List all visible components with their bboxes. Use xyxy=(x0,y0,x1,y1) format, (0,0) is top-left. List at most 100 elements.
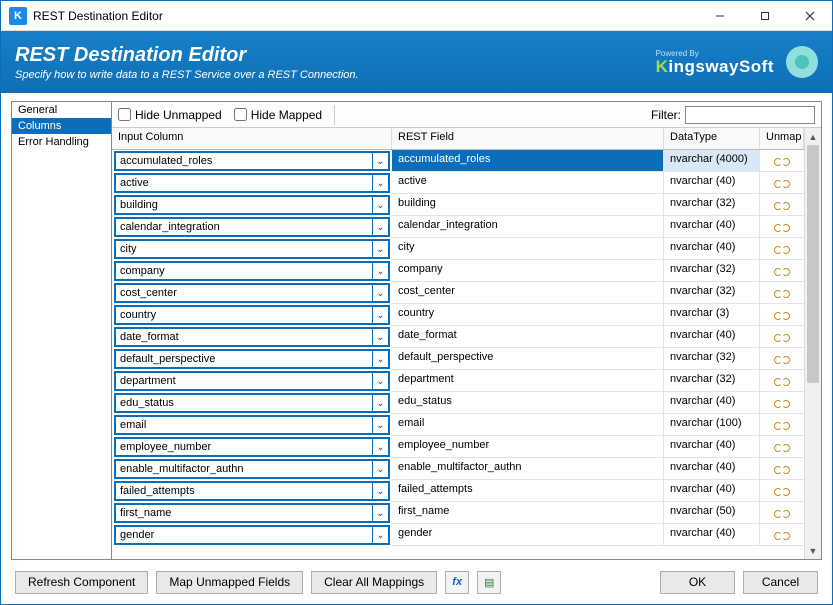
input-column-combo[interactable]: accumulated_roles⌄ xyxy=(114,151,390,171)
hide-unmapped-checkbox[interactable]: Hide Unmapped xyxy=(118,108,222,122)
chevron-down-icon[interactable]: ⌄ xyxy=(372,263,388,279)
unmap-button[interactable] xyxy=(760,150,804,172)
sidebar-item-columns[interactable]: Columns xyxy=(12,118,111,134)
chevron-down-icon[interactable]: ⌄ xyxy=(372,483,388,499)
table-row[interactable]: date_format⌄date_formatnvarchar (40) xyxy=(112,326,804,348)
chevron-down-icon[interactable]: ⌄ xyxy=(372,505,388,521)
table-row[interactable]: enable_multifactor_authn⌄enable_multifac… xyxy=(112,458,804,480)
hide-mapped-input[interactable] xyxy=(234,108,247,121)
table-row[interactable]: department⌄departmentnvarchar (32) xyxy=(112,370,804,392)
input-column-combo[interactable]: department⌄ xyxy=(114,371,390,391)
table-row[interactable]: accumulated_roles⌄accumulated_rolesnvarc… xyxy=(112,150,804,172)
unmap-button[interactable] xyxy=(760,348,804,370)
input-column-combo[interactable]: employee_number⌄ xyxy=(114,437,390,457)
close-button[interactable] xyxy=(787,1,832,31)
table-row[interactable]: company⌄companynvarchar (32) xyxy=(112,260,804,282)
input-column-combo[interactable]: city⌄ xyxy=(114,239,390,259)
input-column-combo[interactable]: cost_center⌄ xyxy=(114,283,390,303)
header-datatype[interactable]: DataType xyxy=(664,128,760,149)
input-column-combo[interactable]: email⌄ xyxy=(114,415,390,435)
table-row[interactable]: gender⌄gendernvarchar (40) xyxy=(112,524,804,546)
chevron-down-icon[interactable]: ⌄ xyxy=(372,439,388,455)
input-column-combo[interactable]: calendar_integration⌄ xyxy=(114,217,390,237)
input-column-combo[interactable]: country⌄ xyxy=(114,305,390,325)
input-column-combo[interactable]: default_perspective⌄ xyxy=(114,349,390,369)
chevron-down-icon[interactable]: ⌄ xyxy=(372,417,388,433)
table-row[interactable]: edu_status⌄edu_statusnvarchar (40) xyxy=(112,392,804,414)
refresh-component-button[interactable]: Refresh Component xyxy=(15,571,148,594)
input-column-combo[interactable]: edu_status⌄ xyxy=(114,393,390,413)
chevron-down-icon[interactable]: ⌄ xyxy=(372,461,388,477)
chevron-down-icon[interactable]: ⌄ xyxy=(372,219,388,235)
unmap-button[interactable] xyxy=(760,216,804,238)
ok-button[interactable]: OK xyxy=(660,571,735,594)
minimize-button[interactable] xyxy=(697,1,742,31)
unmap-button[interactable] xyxy=(760,480,804,502)
table-row[interactable]: first_name⌄first_namenvarchar (50) xyxy=(112,502,804,524)
input-column-combo[interactable]: company⌄ xyxy=(114,261,390,281)
chevron-down-icon[interactable]: ⌄ xyxy=(372,241,388,257)
scroll-thumb[interactable] xyxy=(807,145,819,383)
table-row[interactable]: city⌄citynvarchar (40) xyxy=(112,238,804,260)
input-column-combo[interactable]: building⌄ xyxy=(114,195,390,215)
unmap-button[interactable] xyxy=(760,458,804,480)
chevron-down-icon[interactable]: ⌄ xyxy=(372,175,388,191)
scroll-up-arrow-icon[interactable]: ▲ xyxy=(805,128,821,145)
sidebar-item-error-handling[interactable]: Error Handling xyxy=(12,134,111,150)
unmap-button[interactable] xyxy=(760,436,804,458)
scroll-track[interactable] xyxy=(805,145,821,542)
input-column-combo[interactable]: date_format⌄ xyxy=(114,327,390,347)
unmap-button[interactable] xyxy=(760,282,804,304)
properties-button[interactable]: ▤ xyxy=(477,571,501,594)
chevron-down-icon[interactable]: ⌄ xyxy=(372,395,388,411)
cancel-button[interactable]: Cancel xyxy=(743,571,818,594)
input-column-combo[interactable]: gender⌄ xyxy=(114,525,390,545)
header-input-column[interactable]: Input Column xyxy=(112,128,392,149)
input-column-combo[interactable]: active⌄ xyxy=(114,173,390,193)
datatype-value: nvarchar (40) xyxy=(664,172,760,194)
table-row[interactable]: email⌄emailnvarchar (100) xyxy=(112,414,804,436)
header-unmap[interactable]: Unmap xyxy=(760,128,804,149)
chevron-down-icon[interactable]: ⌄ xyxy=(372,527,388,543)
table-row[interactable]: building⌄buildingnvarchar (32) xyxy=(112,194,804,216)
table-row[interactable]: active⌄activenvarchar (40) xyxy=(112,172,804,194)
header-rest-field[interactable]: REST Field xyxy=(392,128,664,149)
chevron-down-icon[interactable]: ⌄ xyxy=(372,285,388,301)
clear-all-mappings-button[interactable]: Clear All Mappings xyxy=(311,571,437,594)
sidebar-item-general[interactable]: General xyxy=(12,102,111,118)
table-row[interactable]: default_perspective⌄default_perspectiven… xyxy=(112,348,804,370)
table-row[interactable]: failed_attempts⌄failed_attemptsnvarchar … xyxy=(112,480,804,502)
input-column-combo[interactable]: enable_multifactor_authn⌄ xyxy=(114,459,390,479)
unmap-button[interactable] xyxy=(760,392,804,414)
chevron-down-icon[interactable]: ⌄ xyxy=(372,307,388,323)
table-row[interactable]: calendar_integration⌄calendar_integratio… xyxy=(112,216,804,238)
hide-mapped-checkbox[interactable]: Hide Mapped xyxy=(234,108,322,122)
expression-button[interactable]: fx xyxy=(445,571,469,594)
input-column-combo[interactable]: first_name⌄ xyxy=(114,503,390,523)
unmap-button[interactable] xyxy=(760,260,804,282)
unmap-button[interactable] xyxy=(760,414,804,436)
chevron-down-icon[interactable]: ⌄ xyxy=(372,153,388,169)
map-unmapped-fields-button[interactable]: Map Unmapped Fields xyxy=(156,571,303,594)
chevron-down-icon[interactable]: ⌄ xyxy=(372,351,388,367)
unmap-button[interactable] xyxy=(760,238,804,260)
table-row[interactable]: cost_center⌄cost_centernvarchar (32) xyxy=(112,282,804,304)
input-column-combo[interactable]: failed_attempts⌄ xyxy=(114,481,390,501)
chevron-down-icon[interactable]: ⌄ xyxy=(372,197,388,213)
unmap-button[interactable] xyxy=(760,194,804,216)
chevron-down-icon[interactable]: ⌄ xyxy=(372,373,388,389)
vertical-scrollbar[interactable]: ▲ ▼ xyxy=(804,128,821,559)
unmap-button[interactable] xyxy=(760,524,804,546)
hide-unmapped-input[interactable] xyxy=(118,108,131,121)
table-row[interactable]: country⌄countrynvarchar (3) xyxy=(112,304,804,326)
unmap-button[interactable] xyxy=(760,172,804,194)
unmap-button[interactable] xyxy=(760,502,804,524)
scroll-down-arrow-icon[interactable]: ▼ xyxy=(805,542,821,559)
unmap-button[interactable] xyxy=(760,326,804,348)
unmap-button[interactable] xyxy=(760,304,804,326)
table-row[interactable]: employee_number⌄employee_numbernvarchar … xyxy=(112,436,804,458)
chevron-down-icon[interactable]: ⌄ xyxy=(372,329,388,345)
filter-input[interactable] xyxy=(685,106,815,124)
unmap-button[interactable] xyxy=(760,370,804,392)
maximize-button[interactable] xyxy=(742,1,787,31)
